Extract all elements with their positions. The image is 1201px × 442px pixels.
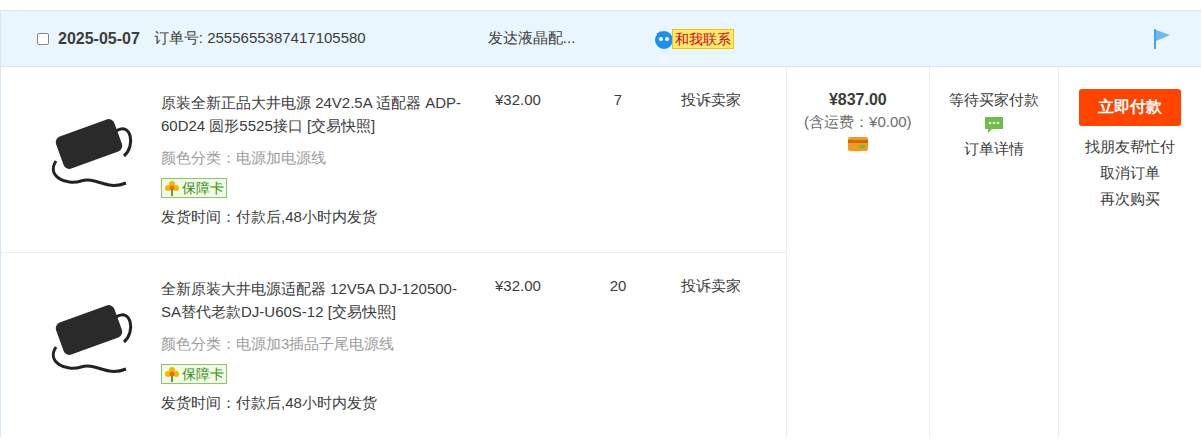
- order-card: 2025-05-07 订单号: 2555655387417105580发达液晶配.…: [0, 10, 1201, 437]
- flower-icon: [164, 180, 180, 196]
- order-detail-link[interactable]: 订单详情: [964, 140, 1024, 159]
- order-checkbox[interactable]: [37, 33, 49, 45]
- complain-link[interactable]: 投诉卖家: [653, 277, 786, 437]
- action-link[interactable]: 找朋友帮忙付: [1085, 136, 1175, 158]
- order-date: 2025-05-07: [58, 30, 140, 48]
- action-link[interactable]: 取消订单: [1100, 162, 1160, 184]
- order-header: 2025-05-07 订单号: 2555655387417105580发达液晶配.…: [1, 10, 1201, 67]
- contact-label: 和我联系: [672, 29, 734, 49]
- item-list: 原装全新正品大井电源 24V2.5A 适配器 ADP-60D24 圆形5525接…: [1, 67, 787, 437]
- order-body: 原装全新正品大井电源 24V2.5A 适配器 ADP-60D24 圆形5525接…: [1, 67, 1201, 437]
- item-title[interactable]: 全新原装大井电源适配器 12V5A DJ-120500-SA替代老款DJ-U60…: [161, 277, 473, 323]
- shop-name[interactable]: 发达液晶配...: [488, 29, 653, 48]
- order-page: 2025-05-07 订单号: 2555655387417105580发达液晶配.…: [0, 0, 1201, 442]
- product-image[interactable]: [36, 277, 146, 387]
- item-quantity: 7: [583, 91, 653, 252]
- item-price: ¥32.00: [473, 91, 583, 252]
- total-column: ¥837.00 (含运费：¥0.00): [787, 67, 930, 437]
- product-image[interactable]: [36, 91, 146, 201]
- ship-time: 发货时间：付款后,48小时内发货: [161, 393, 473, 413]
- pay-button[interactable]: 立即付款: [1079, 89, 1181, 126]
- guarantee-badge[interactable]: 保障卡: [161, 364, 227, 384]
- ship-time: 发货时间：付款后,48小时内发货: [161, 207, 473, 227]
- order-number: 订单号: 2555655387417105580: [154, 29, 488, 48]
- order-status: 等待买家付款: [949, 91, 1039, 110]
- action-link[interactable]: 再次购买: [1100, 188, 1160, 210]
- guarantee-badge[interactable]: 保障卡: [161, 178, 227, 198]
- flower-icon: [164, 366, 180, 382]
- item-spec: 颜色分类：电源加电源线: [161, 148, 473, 168]
- item-price: ¥32.00: [473, 277, 583, 437]
- flag-icon[interactable]: [1151, 27, 1173, 51]
- status-column: 等待买家付款订单详情: [930, 67, 1060, 437]
- card-icon: [847, 136, 869, 152]
- item-row: 原装全新正品大井电源 24V2.5A 适配器 ADP-60D24 圆形5525接…: [1, 67, 786, 252]
- contact-button[interactable]: 和我联系: [653, 28, 734, 50]
- item-title[interactable]: 原装全新正品大井电源 24V2.5A 适配器 ADP-60D24 圆形5525接…: [161, 91, 473, 137]
- item-row: 全新原装大井电源适配器 12V5A DJ-120500-SA替代老款DJ-U60…: [1, 252, 786, 437]
- shipping-fee: (含运费：¥0.00): [804, 113, 912, 132]
- chat-icon[interactable]: [984, 116, 1004, 134]
- item-spec: 颜色分类：电源加3插品子尾电源线: [161, 334, 473, 354]
- order-total: ¥837.00: [829, 91, 887, 109]
- action-column: 立即付款找朋友帮忙付取消订单再次购买: [1059, 67, 1201, 437]
- item-quantity: 20: [583, 277, 653, 437]
- complain-link[interactable]: 投诉卖家: [653, 91, 786, 252]
